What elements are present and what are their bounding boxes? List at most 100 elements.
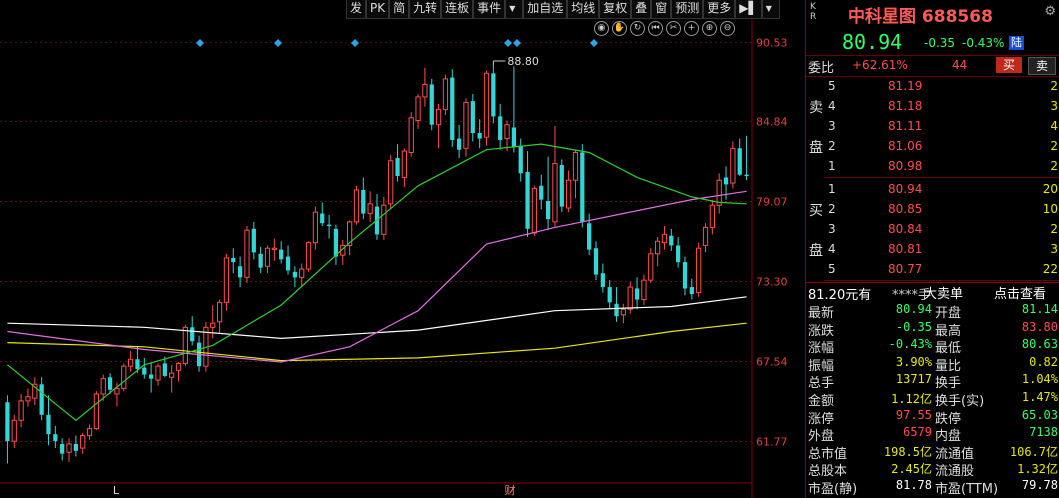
candle-body: [175, 362, 182, 371]
eye-icon[interactable]: ◉: [594, 21, 609, 36]
zoom-out-icon[interactable]: ⊖: [720, 21, 735, 36]
toolbar-item-7[interactable]: 加自选: [523, 0, 568, 19]
weibi-label: 委比: [808, 61, 835, 76]
buy-level-3[interactable]: 3 80.84 2: [806, 222, 1059, 240]
level-volume: 2: [1050, 79, 1058, 93]
toolbar-item-11[interactable]: 窗: [651, 0, 672, 19]
toolbar-item-1[interactable]: PK: [366, 0, 390, 19]
rewind-icon[interactable]: ⏮: [648, 21, 663, 36]
candle: [312, 206, 319, 250]
toolbar-item-14[interactable]: ▶▌: [735, 0, 762, 19]
candle: [730, 141, 736, 189]
big-order-row[interactable]: 81.20元有 ****手 大卖单 点击查看: [806, 282, 1059, 303]
buy-level-2[interactable]: 2 80.85 10: [806, 202, 1059, 220]
candle-body: [607, 287, 612, 303]
candle: [299, 263, 305, 286]
plus-icon[interactable]: +: [684, 21, 699, 36]
stats-row: 市盈(静) 81.78 市盈(TTM) 79.78: [808, 478, 1058, 497]
buy-level-4[interactable]: 4 80.81 3: [806, 242, 1059, 260]
event-marker[interactable]: [351, 39, 359, 47]
hand-icon[interactable]: ✋: [612, 21, 627, 36]
candle-body: [620, 308, 627, 316]
toolbar-item-8[interactable]: 均线: [567, 0, 600, 19]
candle-body: [114, 387, 120, 395]
y-tick-label: 67.54: [756, 355, 788, 368]
weibi-row: 委比 +62.61% 44 买 卖: [806, 55, 1059, 77]
ma-line: [7, 143, 747, 422]
toolbar-item-4[interactable]: 连板: [441, 0, 474, 19]
buy-level-1[interactable]: 1 80.94 20: [806, 182, 1059, 200]
candle-body: [401, 150, 407, 178]
toolbar-item-9[interactable]: 复权: [599, 0, 632, 19]
buy-level-5[interactable]: 5 80.77 22: [806, 262, 1059, 280]
candlestick-chart[interactable]: 90.5384.8479.0773.3067.5461.77 L财 88.80: [0, 0, 805, 498]
candle-body: [566, 179, 572, 209]
candle-body: [669, 235, 674, 246]
candle-body: [415, 96, 421, 122]
candle: [401, 148, 407, 188]
refresh-icon[interactable]: ↻: [630, 21, 645, 36]
event-marker[interactable]: [504, 39, 512, 47]
sell-level-3[interactable]: 3 81.11 4: [806, 119, 1059, 137]
candle: [531, 185, 538, 236]
buy-button[interactable]: 买: [996, 57, 1022, 73]
candle: [11, 414, 17, 449]
sell-level-4[interactable]: 4 81.18 3: [806, 99, 1059, 117]
candle-body: [182, 326, 188, 364]
stock-name[interactable]: 中科星图 688568: [848, 2, 993, 27]
y-tick-label: 90.53: [756, 36, 788, 49]
price-change: -0.35: [924, 36, 956, 50]
candle: [39, 377, 44, 421]
candle: [251, 221, 256, 260]
scissors-icon[interactable]: ✂: [666, 21, 681, 36]
event-marker[interactable]: [590, 39, 598, 47]
gear-icon[interactable]: ⚙: [1044, 4, 1056, 19]
kr-label: K R: [810, 2, 817, 22]
candle-body: [435, 108, 442, 126]
stats-row: 振幅 3.90% 量比 0.82: [808, 354, 1058, 374]
zoom-in-icon[interactable]: ⊕: [702, 21, 717, 36]
candle: [702, 223, 709, 253]
toolbar-item-3[interactable]: 九转: [409, 0, 442, 19]
candle: [463, 98, 469, 157]
event-marker[interactable]: [196, 39, 204, 47]
view-link[interactable]: 点击查看: [994, 283, 1046, 302]
toolbar-item-0[interactable]: 发: [346, 0, 367, 19]
candle: [429, 78, 434, 131]
event-marker[interactable]: [274, 39, 282, 47]
sell-button[interactable]: 卖: [1028, 57, 1056, 75]
ma-line: [7, 322, 747, 362]
sell-level-1[interactable]: 1 80.98 2: [806, 159, 1059, 177]
candle: [470, 94, 475, 142]
level-price: 80.98: [888, 159, 923, 173]
toolbar-item-13[interactable]: 更多: [703, 0, 736, 19]
candle-body: [477, 133, 482, 139]
toolbar-item-12[interactable]: 预测: [671, 0, 704, 19]
candle: [442, 74, 449, 115]
toolbar-item-15[interactable]: ▼: [761, 0, 780, 19]
candle-body: [641, 279, 647, 301]
sell-level-2[interactable]: 2 81.06 2: [806, 139, 1059, 157]
candle: [600, 263, 605, 293]
candle: [149, 363, 154, 393]
toolbar-item-10[interactable]: 叠: [631, 0, 652, 19]
candle-body: [190, 327, 195, 342]
quote-panel: K R 中科星图 688568 ⚙ 80.94 -0.35 -0.43% 陆 委…: [805, 0, 1059, 498]
toolbar-item-5[interactable]: 事件: [473, 0, 506, 19]
candle: [607, 280, 612, 308]
toolbar-item-2[interactable]: 简: [389, 0, 410, 19]
level-volume: 2: [1050, 159, 1058, 173]
event-marker[interactable]: [513, 39, 521, 47]
candle-body: [86, 428, 93, 437]
sell-level-5[interactable]: 5 81.19 2: [806, 79, 1059, 97]
toolbar-item-6[interactable]: ▼: [505, 0, 524, 19]
sell-book: 卖 盘 5 81.19 2 4 81.18 3 3 81.11 4 2 81.06 2 1 80.98 2: [806, 77, 1059, 178]
candle-body: [353, 189, 360, 223]
chart-grid: [0, 0, 753, 498]
candle: [121, 363, 127, 392]
candle: [353, 185, 360, 225]
candle: [237, 256, 243, 288]
candle: [223, 253, 230, 311]
candle-body: [600, 273, 605, 288]
level-volume: 2: [1050, 139, 1058, 153]
